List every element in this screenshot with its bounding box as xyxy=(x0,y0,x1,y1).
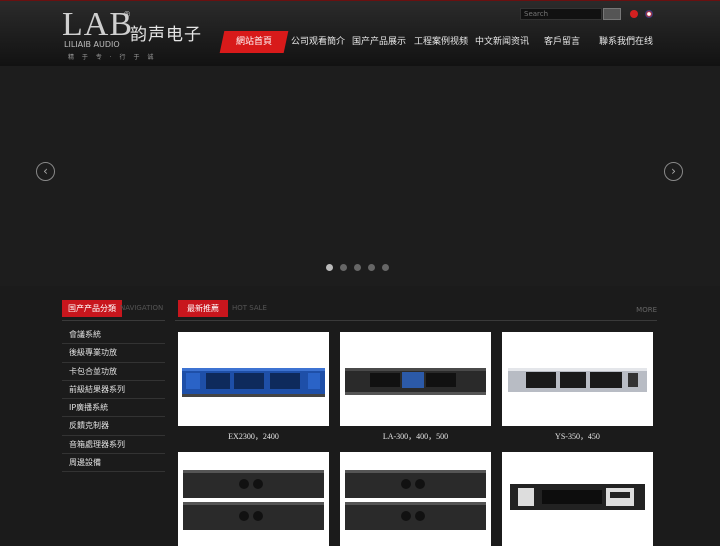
slider-dot[interactable] xyxy=(354,264,361,271)
amplifier-image xyxy=(182,368,325,397)
product-card[interactable]: YS-350，450 xyxy=(502,332,653,448)
search-button[interactable] xyxy=(603,8,621,20)
nav-item-news[interactable]: 中文新闻资讯 xyxy=(475,31,529,53)
product-image[interactable] xyxy=(340,452,491,546)
sidebar-header: 国产产品分類 NAVIGATION xyxy=(62,300,165,317)
search-input[interactable] xyxy=(520,8,602,20)
slider-dot[interactable] xyxy=(326,264,333,271)
china-flag-icon[interactable] xyxy=(630,10,638,18)
product-card[interactable]: LA-300，400，500 xyxy=(340,332,491,448)
more-link[interactable]: MORE xyxy=(636,306,657,314)
amplifier-image xyxy=(345,368,486,395)
logo-chinese-name: 韵声电子 xyxy=(130,25,202,45)
product-card[interactable]: EX2300，2400 xyxy=(178,332,329,448)
logo-slogan: 精 于 专 · 行 于 诚 xyxy=(68,54,157,61)
product-image[interactable] xyxy=(502,452,653,546)
products-title: 最新推薦 xyxy=(178,300,228,317)
nav-item-cases[interactable]: 工程案例视频 xyxy=(414,31,468,53)
sidebar-title: 国产产品分類 xyxy=(62,300,122,317)
sidebar-item[interactable]: IP廣播系統 xyxy=(62,399,165,418)
chevron-right-icon[interactable]: › xyxy=(664,162,683,181)
sidebar-item[interactable]: 周邊設備 xyxy=(62,454,165,473)
divider xyxy=(62,320,165,321)
sidebar-item[interactable]: 會議系統 xyxy=(62,326,165,345)
sidebar-item[interactable]: 前級結果器系列 xyxy=(62,381,165,400)
nav-item-message[interactable]: 客戶留言 xyxy=(544,31,580,53)
product-card[interactable] xyxy=(340,452,491,546)
product-image[interactable] xyxy=(502,332,653,426)
chevron-left-icon[interactable]: ‹ xyxy=(36,162,55,181)
products-title-en: HOT SALE xyxy=(232,304,267,312)
product-caption: YS-350，450 xyxy=(555,432,600,441)
product-card[interactable] xyxy=(502,452,653,546)
hero-slider: ‹ › xyxy=(0,66,720,286)
sidebar-item[interactable]: 音箱處理器系列 xyxy=(62,436,165,455)
category-list: 會議系統 後級專業功放 卡包合並功放 前級結果器系列 IP廣播系統 反饋克制器 … xyxy=(62,326,165,473)
products-header: 最新推薦 HOT SALE MORE xyxy=(175,300,657,317)
sidebar-item[interactable]: 反饋克制器 xyxy=(62,417,165,436)
divider xyxy=(175,320,657,321)
amplifier-image xyxy=(183,470,324,530)
nav-item-products[interactable]: 国产产品展示 xyxy=(352,31,406,53)
product-caption: EX2300，2400 xyxy=(228,432,279,441)
product-card[interactable] xyxy=(178,452,329,546)
slider-dot[interactable] xyxy=(340,264,347,271)
slider-dot[interactable] xyxy=(382,264,389,271)
site-logo[interactable]: LAB ® 韵声电子 LILIAIB AUDIO 精 于 专 · 行 于 诚 xyxy=(62,6,202,64)
product-image[interactable] xyxy=(340,332,491,426)
uk-flag-icon[interactable] xyxy=(645,10,653,18)
logo-subtitle: LILIAIB AUDIO xyxy=(64,40,120,49)
sidebar-title-en: NAVIGATION xyxy=(120,304,164,312)
site-header: LAB ® 韵声电子 LILIAIB AUDIO 精 于 专 · 行 于 诚 網… xyxy=(0,0,720,66)
registered-mark: ® xyxy=(123,10,131,19)
product-image[interactable] xyxy=(178,452,329,546)
amplifier-image xyxy=(345,470,486,530)
amplifier-image xyxy=(510,484,645,510)
slider-dot[interactable] xyxy=(368,264,375,271)
product-image[interactable] xyxy=(178,332,329,426)
product-caption: LA-300，400，500 xyxy=(382,432,449,441)
nav-item-about[interactable]: 公司观看簡介 xyxy=(291,31,345,53)
amplifier-image xyxy=(508,368,647,392)
sidebar-item[interactable]: 卡包合並功放 xyxy=(62,363,165,381)
nav-item-contact[interactable]: 聯系我們在线 xyxy=(599,31,653,53)
sidebar-item[interactable]: 後級專業功放 xyxy=(62,344,165,363)
nav-item-home[interactable]: 網站首頁 xyxy=(219,31,289,53)
